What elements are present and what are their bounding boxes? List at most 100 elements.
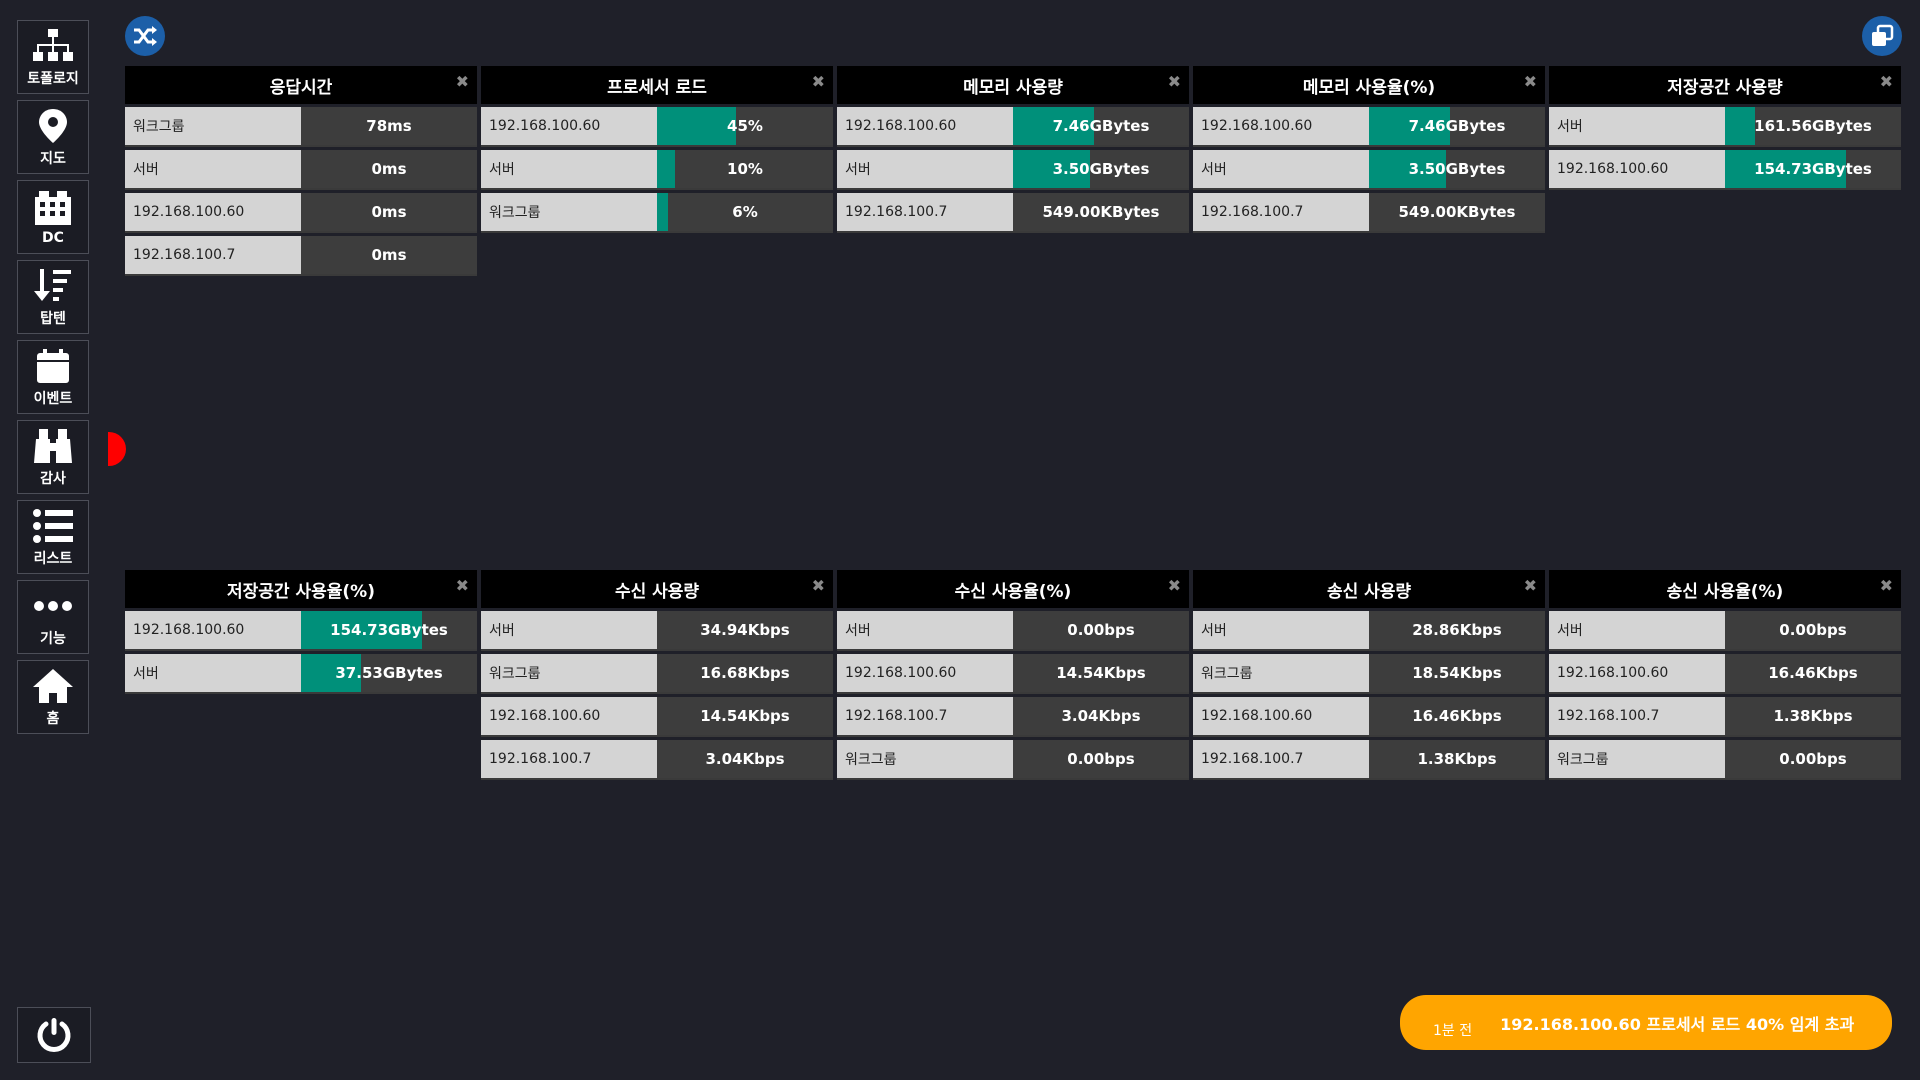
alert-toast[interactable]: 1분 전 192.168.100.60 프로세서 로드 40% 임계 초과 <box>1400 995 1892 1050</box>
row-label: 192.168.100.60 <box>837 107 1013 145</box>
nav-audit[interactable]: 감사 <box>17 420 89 494</box>
table-row[interactable]: 워크그룹 0.00bps <box>1549 740 1901 780</box>
close-icon[interactable]: ✖ <box>1524 576 1537 595</box>
row-value: 78ms <box>366 117 412 135</box>
row-label: 192.168.100.60 <box>481 107 657 145</box>
row-label: 192.168.100.60 <box>1193 107 1369 145</box>
shuffle-button[interactable] <box>125 16 165 56</box>
row-value: 1.38Kbps <box>1417 750 1497 768</box>
row-label: 서버 <box>1193 611 1369 649</box>
panel-storage-usage: 저장공간 사용량 ✖ 서버 161.56GBytes 192.168.100.60 1… <box>1549 66 1901 190</box>
table-row[interactable]: 192.168.100.7 3.04Kbps <box>837 697 1189 737</box>
nav-label: 홈 <box>46 710 60 727</box>
table-row[interactable]: 워크그룹 18.54Kbps <box>1193 654 1545 694</box>
nav-topology[interactable]: 토폴로지 <box>17 20 89 94</box>
nav-label: 지도 <box>40 150 66 167</box>
row-label: 서버 <box>1549 611 1725 649</box>
row-value: 7.46GBytes <box>1408 117 1506 135</box>
close-icon[interactable]: ✖ <box>812 72 825 91</box>
binoculars-icon <box>34 428 72 463</box>
panel-title: 송신 사용율(%) <box>1666 581 1784 602</box>
panel-title: 프로세서 로드 <box>607 77 707 98</box>
nav-top10[interactable]: 탑텐 <box>17 260 89 334</box>
table-row[interactable]: 192.168.100.60 16.46Kbps <box>1193 697 1545 737</box>
table-row[interactable]: 192.168.100.60 14.54Kbps <box>481 697 833 737</box>
table-row[interactable]: 192.168.100.60 45% <box>481 107 833 147</box>
table-row[interactable]: 192.168.100.60 7.46GBytes <box>1193 107 1545 147</box>
row-value: 154.73GBytes <box>1754 160 1872 178</box>
table-row[interactable]: 192.168.100.7 1.38Kbps <box>1549 697 1901 737</box>
row-label: 워크그룹 <box>481 654 657 692</box>
row-label: 서버 <box>837 150 1013 188</box>
table-row[interactable]: 192.168.100.60 154.73GBytes <box>1549 150 1901 190</box>
row-label: 192.168.100.7 <box>1549 697 1725 735</box>
nav-dc[interactable]: DC <box>17 180 89 254</box>
table-row[interactable]: 192.168.100.7 549.00KBytes <box>837 193 1189 233</box>
table-row[interactable]: 192.168.100.60 7.46GBytes <box>837 107 1189 147</box>
nav-home[interactable]: 홈 <box>17 660 89 734</box>
row-value: 16.68Kbps <box>700 664 790 682</box>
table-row[interactable]: 192.168.100.7 0ms <box>125 236 477 276</box>
close-icon[interactable]: ✖ <box>1880 72 1893 91</box>
nav-label: 이벤트 <box>33 390 73 407</box>
table-row[interactable]: 워크그룹 78ms <box>125 107 477 147</box>
table-row[interactable]: 서버 0ms <box>125 150 477 190</box>
close-icon[interactable]: ✖ <box>1524 72 1537 91</box>
sidebar-toggle-handle[interactable] <box>108 432 126 466</box>
table-row[interactable]: 192.168.100.7 1.38Kbps <box>1193 740 1545 780</box>
nav-label: DC <box>42 229 64 246</box>
nav-list[interactable]: 리스트 <box>17 500 89 574</box>
row-label: 192.168.100.60 <box>1549 150 1725 188</box>
sort-down-icon <box>34 268 71 301</box>
table-row[interactable]: 192.168.100.7 549.00KBytes <box>1193 193 1545 233</box>
panel-receive-usage: 수신 사용량 ✖ 서버 34.94Kbps 워크그룹 16.68Kbps 192.16… <box>481 570 833 780</box>
nav-map[interactable]: 지도 <box>17 100 89 174</box>
row-value: 3.50GBytes <box>1052 160 1150 178</box>
close-icon[interactable]: ✖ <box>1168 576 1181 595</box>
row-label: 워크그룹 <box>125 107 301 145</box>
row-value: 0ms <box>371 203 407 221</box>
window-restore-button[interactable] <box>1862 16 1902 56</box>
nav-label: 리스트 <box>33 550 73 567</box>
building-icon <box>35 190 71 225</box>
row-value: 549.00KBytes <box>1042 203 1160 221</box>
table-row[interactable]: 워크그룹 6% <box>481 193 833 233</box>
table-row[interactable]: 서버 10% <box>481 150 833 190</box>
table-row[interactable]: 서버 3.50GBytes <box>837 150 1189 190</box>
row-label: 서버 <box>125 150 301 188</box>
table-row[interactable]: 서버 3.50GBytes <box>1193 150 1545 190</box>
table-row[interactable]: 서버 28.86Kbps <box>1193 611 1545 651</box>
table-row[interactable]: 192.168.100.60 0ms <box>125 193 477 233</box>
close-icon[interactable]: ✖ <box>1880 576 1893 595</box>
row-label: 192.168.100.7 <box>837 193 1013 231</box>
table-row[interactable]: 워크그룹 16.68Kbps <box>481 654 833 694</box>
table-row[interactable]: 서버 0.00bps <box>1549 611 1901 651</box>
table-row[interactable]: 192.168.100.60 16.46Kbps <box>1549 654 1901 694</box>
nav-events[interactable]: 이벤트 <box>17 340 89 414</box>
sidebar: 토폴로지 지도 DC 탑텐 이벤트 감사 리스트 기능 홈 <box>17 20 91 740</box>
row-label: 192.168.100.60 <box>125 193 301 231</box>
table-row[interactable]: 192.168.100.60 14.54Kbps <box>837 654 1189 694</box>
panel-title: 수신 사용율(%) <box>954 581 1072 602</box>
close-icon[interactable]: ✖ <box>812 576 825 595</box>
close-icon[interactable]: ✖ <box>1168 72 1181 91</box>
row-value: 0.00bps <box>1067 750 1135 768</box>
table-row[interactable]: 서버 0.00bps <box>837 611 1189 651</box>
toast-time: 1분 전 <box>1433 1022 1473 1039</box>
table-row[interactable]: 서버 161.56GBytes <box>1549 107 1901 147</box>
topology-icon <box>33 28 73 61</box>
nav-functions[interactable]: 기능 <box>17 580 89 654</box>
close-icon[interactable]: ✖ <box>456 72 469 91</box>
table-row[interactable]: 워크그룹 0.00bps <box>837 740 1189 780</box>
table-row[interactable]: 서버 34.94Kbps <box>481 611 833 651</box>
panel-title: 송신 사용량 <box>1326 581 1412 602</box>
close-icon[interactable]: ✖ <box>456 576 469 595</box>
table-row[interactable]: 서버 37.53GBytes <box>125 654 477 694</box>
table-row[interactable]: 192.168.100.7 3.04Kbps <box>481 740 833 780</box>
power-button[interactable] <box>17 1007 91 1063</box>
home-icon <box>33 668 73 703</box>
nav-label: 감사 <box>40 470 66 487</box>
row-label: 워크그룹 <box>1193 654 1369 692</box>
table-row[interactable]: 192.168.100.60 154.73GBytes <box>125 611 477 651</box>
row-value: 37.53GBytes <box>335 664 443 682</box>
